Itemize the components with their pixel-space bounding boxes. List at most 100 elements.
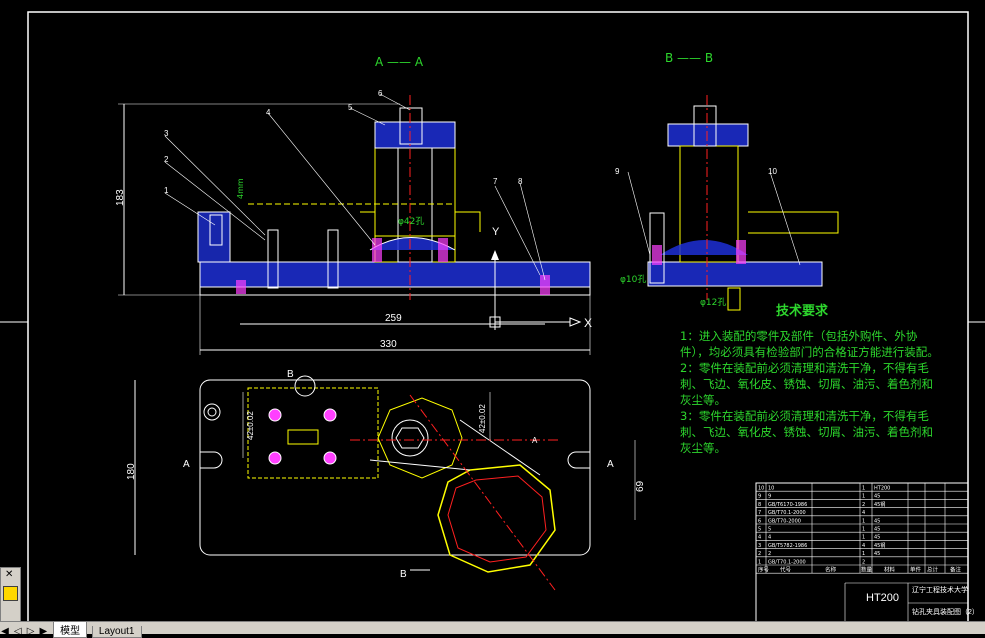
close-icon[interactable]: ✕ xyxy=(5,569,13,580)
dim-42b: 42±0.02 xyxy=(478,404,487,433)
table-cell: GB/T5782-1986 xyxy=(768,543,807,549)
section-b-label: B —— B xyxy=(665,51,713,65)
dim-small-left: 4mm xyxy=(236,178,245,199)
tech-item-2: 2：零件在装配前必须清理和清洗干净，不得有毛刺、飞边、氧化皮、锈蚀、切屑、油污、… xyxy=(680,361,933,407)
table-header-cell: 代号 xyxy=(780,566,792,574)
layout-tab-bar: ◀ ◁ ▷ ▶ 模型 Layout1 xyxy=(0,621,985,638)
material-label: HT200 xyxy=(866,592,899,604)
nav-prev-button[interactable]: ◁ xyxy=(13,626,23,637)
table-cell: HT200 xyxy=(874,486,890,492)
section-b-view: B —— B 9 10 φ10孔 φ12孔 xyxy=(615,51,839,311)
table-cell: 1 xyxy=(758,559,761,565)
callout-4: 4 xyxy=(266,108,271,117)
callout-6: 6 xyxy=(378,89,383,98)
table-cell: 45钢 xyxy=(874,501,885,508)
dim-42a: 42±0.02 xyxy=(246,411,255,440)
table-cell: 5 xyxy=(768,527,771,533)
plan-view: 180 42±0.02 42±0.02 69 A A A B B xyxy=(126,369,646,591)
callout-10: 10 xyxy=(768,167,777,176)
dim-69: 69 xyxy=(635,480,646,492)
table-cell: 2 xyxy=(758,551,761,557)
dim-d12: φ12孔 xyxy=(700,297,726,308)
section-a-view: A —— A Y X 183 259 330 φ42孔 4mm 1 2 3 4 … xyxy=(115,55,592,355)
tech-requirements: 1：进入装配的零件及部件（包括外购件、外协件），均必须具有检验部门的合格证方能进… xyxy=(680,328,940,456)
table-cell: 7 xyxy=(758,510,761,516)
tab-layout1[interactable]: Layout1 xyxy=(91,626,142,638)
tech-item-1: 1：进入装配的零件及部件（包括外购件、外协件），均必须具有检验部门的合格证方能进… xyxy=(680,329,939,359)
table-cell: 5 xyxy=(758,527,761,533)
table-header-cell: 备注 xyxy=(950,566,962,574)
table-cell: 4 xyxy=(758,535,761,541)
table-cell: 8 xyxy=(758,502,761,508)
school-name: 辽宁工程技术大学 xyxy=(912,585,968,594)
table-cell: GB/T70.1-2000 xyxy=(768,559,806,565)
nav-next-button[interactable]: ▷ xyxy=(26,626,36,637)
nav-first-button[interactable]: ◀ xyxy=(0,626,10,637)
table-cell: 9 xyxy=(768,494,771,500)
dim-180: 180 xyxy=(126,463,137,480)
tab-model[interactable]: 模型 xyxy=(53,622,88,638)
table-cell: 2 xyxy=(862,502,865,508)
mark-a-mid: A xyxy=(532,436,538,445)
table-cell: 45 xyxy=(874,551,880,557)
callout-1: 1 xyxy=(164,186,169,195)
mark-b-bottom: B xyxy=(400,569,407,580)
table-cell: 6 xyxy=(758,518,761,524)
table-cell: 45 xyxy=(874,527,880,533)
mark-b-top: B xyxy=(287,369,294,380)
left-block-hatch xyxy=(198,212,230,262)
table-cell: 1 xyxy=(862,486,865,492)
mark-a-left: A xyxy=(183,459,190,470)
dim-259: 259 xyxy=(385,313,402,324)
table-header-cell: 名称 xyxy=(825,566,837,574)
tech-item-3: 3：零件在装配前必须清理和清洗干净，不得有毛刺、飞边、氧化皮、锈蚀、切屑、油污、… xyxy=(680,409,933,455)
table-cell: 9 xyxy=(758,494,761,500)
title-block: 10 10 1 HT2009 9 1 458 GB/T6170-1986 2 45钢7 GB/T70… xyxy=(755,482,979,623)
table-cell: 1 xyxy=(862,551,865,557)
table-header-cell: 数量 xyxy=(861,566,873,574)
dim-d42: φ42孔 xyxy=(398,216,424,227)
table-cell: 10 xyxy=(768,486,774,492)
mark-a-right: A xyxy=(607,459,614,470)
table-cell: 45 xyxy=(874,535,880,541)
drawing-name: 钻孔夹具装配图（2） xyxy=(912,607,979,616)
table-cell: 1 xyxy=(862,518,865,524)
table-cell: GB/T70.1-2000 xyxy=(768,510,806,516)
table-cell: GB/T70-2000 xyxy=(768,518,801,524)
table-cell: 2 xyxy=(862,559,865,565)
table-cell: 10 xyxy=(758,486,764,492)
dim-183: 183 xyxy=(115,189,126,206)
callout-3: 3 xyxy=(164,129,169,138)
table-cell: 1 xyxy=(862,535,865,541)
axis-y-label: Y xyxy=(492,226,500,238)
drawing-canvas[interactable]: A —— A Y X 183 259 330 φ42孔 4mm 1 2 3 4 … xyxy=(0,0,985,633)
toolbar-button[interactable] xyxy=(3,586,18,601)
base-plate-hatch xyxy=(200,262,590,287)
table-cell: 45钢 xyxy=(874,542,885,549)
table-cell: 4 xyxy=(768,535,771,541)
dim-330: 330 xyxy=(380,339,397,350)
table-cell: 2 xyxy=(768,551,771,557)
table-cell: 3 xyxy=(758,543,761,549)
table-cell: 4 xyxy=(862,543,865,549)
table-cell: 1 xyxy=(862,494,865,500)
axis-x-label: X xyxy=(584,316,592,330)
callout-7: 7 xyxy=(493,177,498,186)
table-cell: 1 xyxy=(862,527,865,533)
nav-last-button[interactable]: ▶ xyxy=(38,626,48,637)
tech-requirements-title: 技术要求 xyxy=(776,304,829,319)
table-header-cell: 序号 xyxy=(758,566,770,574)
table-cell: 4 xyxy=(862,510,865,516)
callout-2: 2 xyxy=(164,155,169,164)
dim-d10: φ10孔 xyxy=(620,274,646,285)
table-cell: 45 xyxy=(874,518,880,524)
table-cell: 45 xyxy=(874,494,880,500)
table-header-cell: 单件 xyxy=(910,566,922,574)
table-cell: GB/T6170-1986 xyxy=(768,502,807,508)
section-a-label: A —— A xyxy=(375,55,424,69)
callout-8: 8 xyxy=(518,177,523,186)
table-header-cell: 总计 xyxy=(927,566,939,574)
table-header-cell: 材料 xyxy=(884,566,896,574)
callout-9: 9 xyxy=(615,167,620,176)
floating-toolbar[interactable]: ✕ xyxy=(0,567,21,623)
